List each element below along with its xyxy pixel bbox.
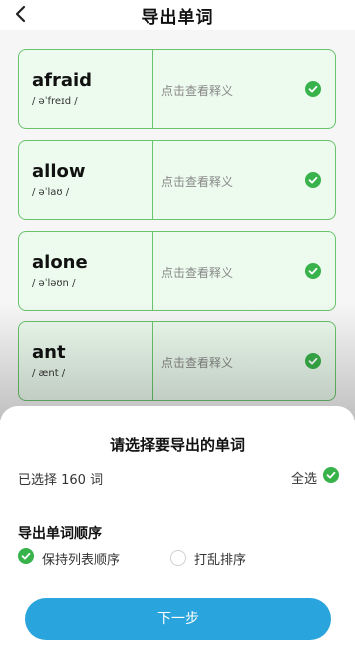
- word-text: afraid: [32, 70, 93, 91]
- word-text: alone: [32, 252, 88, 273]
- word-cell: ant / ænt /: [19, 322, 153, 400]
- definition-hint[interactable]: 点击查看释义: [161, 173, 233, 190]
- phonetic-text: / əˈlaʊ /: [32, 187, 70, 198]
- radio-checked-icon[interactable]: [18, 548, 34, 568]
- definition-hint[interactable]: 点击查看释义: [161, 82, 233, 99]
- word-card[interactable]: afraid / əˈfreɪd / 点击查看释义: [18, 49, 336, 129]
- definition-hint[interactable]: 点击查看释义: [161, 354, 233, 371]
- word-cell: allow / əˈlaʊ /: [19, 141, 153, 219]
- word-cell: afraid / əˈfreɪd /: [19, 50, 153, 128]
- phonetic-text: / ænt /: [32, 368, 66, 379]
- order-section-title: 导出单词顺序: [18, 526, 102, 542]
- radio-unchecked-icon[interactable]: [170, 550, 186, 566]
- word-card[interactable]: alone / əˈləʊn / 点击查看释义: [18, 231, 336, 311]
- select-all-toggle[interactable]: 全选: [291, 467, 339, 487]
- word-list[interactable]: afraid / əˈfreɪd / 点击查看释义 allow / əˈlaʊ …: [0, 30, 355, 420]
- word-text: allow: [32, 161, 86, 182]
- word-cell: alone / əˈləʊn /: [19, 232, 153, 310]
- word-card[interactable]: ant / ænt / 点击查看释义: [18, 321, 336, 401]
- word-text: ant: [32, 342, 66, 363]
- shuffle-option[interactable]: 打乱排序: [170, 548, 246, 568]
- definition-hint[interactable]: 点击查看释义: [161, 264, 233, 281]
- export-sheet: 请选择要导出的单词 已选择 160 词 全选 导出单词顺序 保持列表顺序 打乱排…: [0, 406, 355, 650]
- check-circle-icon[interactable]: [305, 81, 321, 97]
- keep-order-option[interactable]: 保持列表顺序: [18, 548, 120, 568]
- word-card[interactable]: allow / əˈlaʊ / 点击查看释义: [18, 140, 336, 220]
- shuffle-label: 打乱排序: [194, 552, 247, 568]
- sheet-title: 请选择要导出的单词: [109, 436, 245, 454]
- selected-count: 已选择 160 词: [18, 473, 104, 488]
- page-title: 导出单词: [141, 8, 214, 28]
- check-circle-icon[interactable]: [305, 353, 321, 369]
- phonetic-text: / əˈfreɪd /: [32, 96, 78, 107]
- check-circle-icon[interactable]: [305, 263, 321, 279]
- check-circle-icon[interactable]: [323, 467, 339, 487]
- keep-order-label: 保持列表顺序: [42, 552, 121, 568]
- phonetic-text: / əˈləʊn /: [32, 278, 76, 289]
- check-circle-icon[interactable]: [305, 172, 321, 188]
- select-all-label: 全选: [290, 471, 317, 487]
- next-button[interactable]: 下一步: [25, 598, 331, 640]
- top-bar: 导出单词: [0, 0, 355, 30]
